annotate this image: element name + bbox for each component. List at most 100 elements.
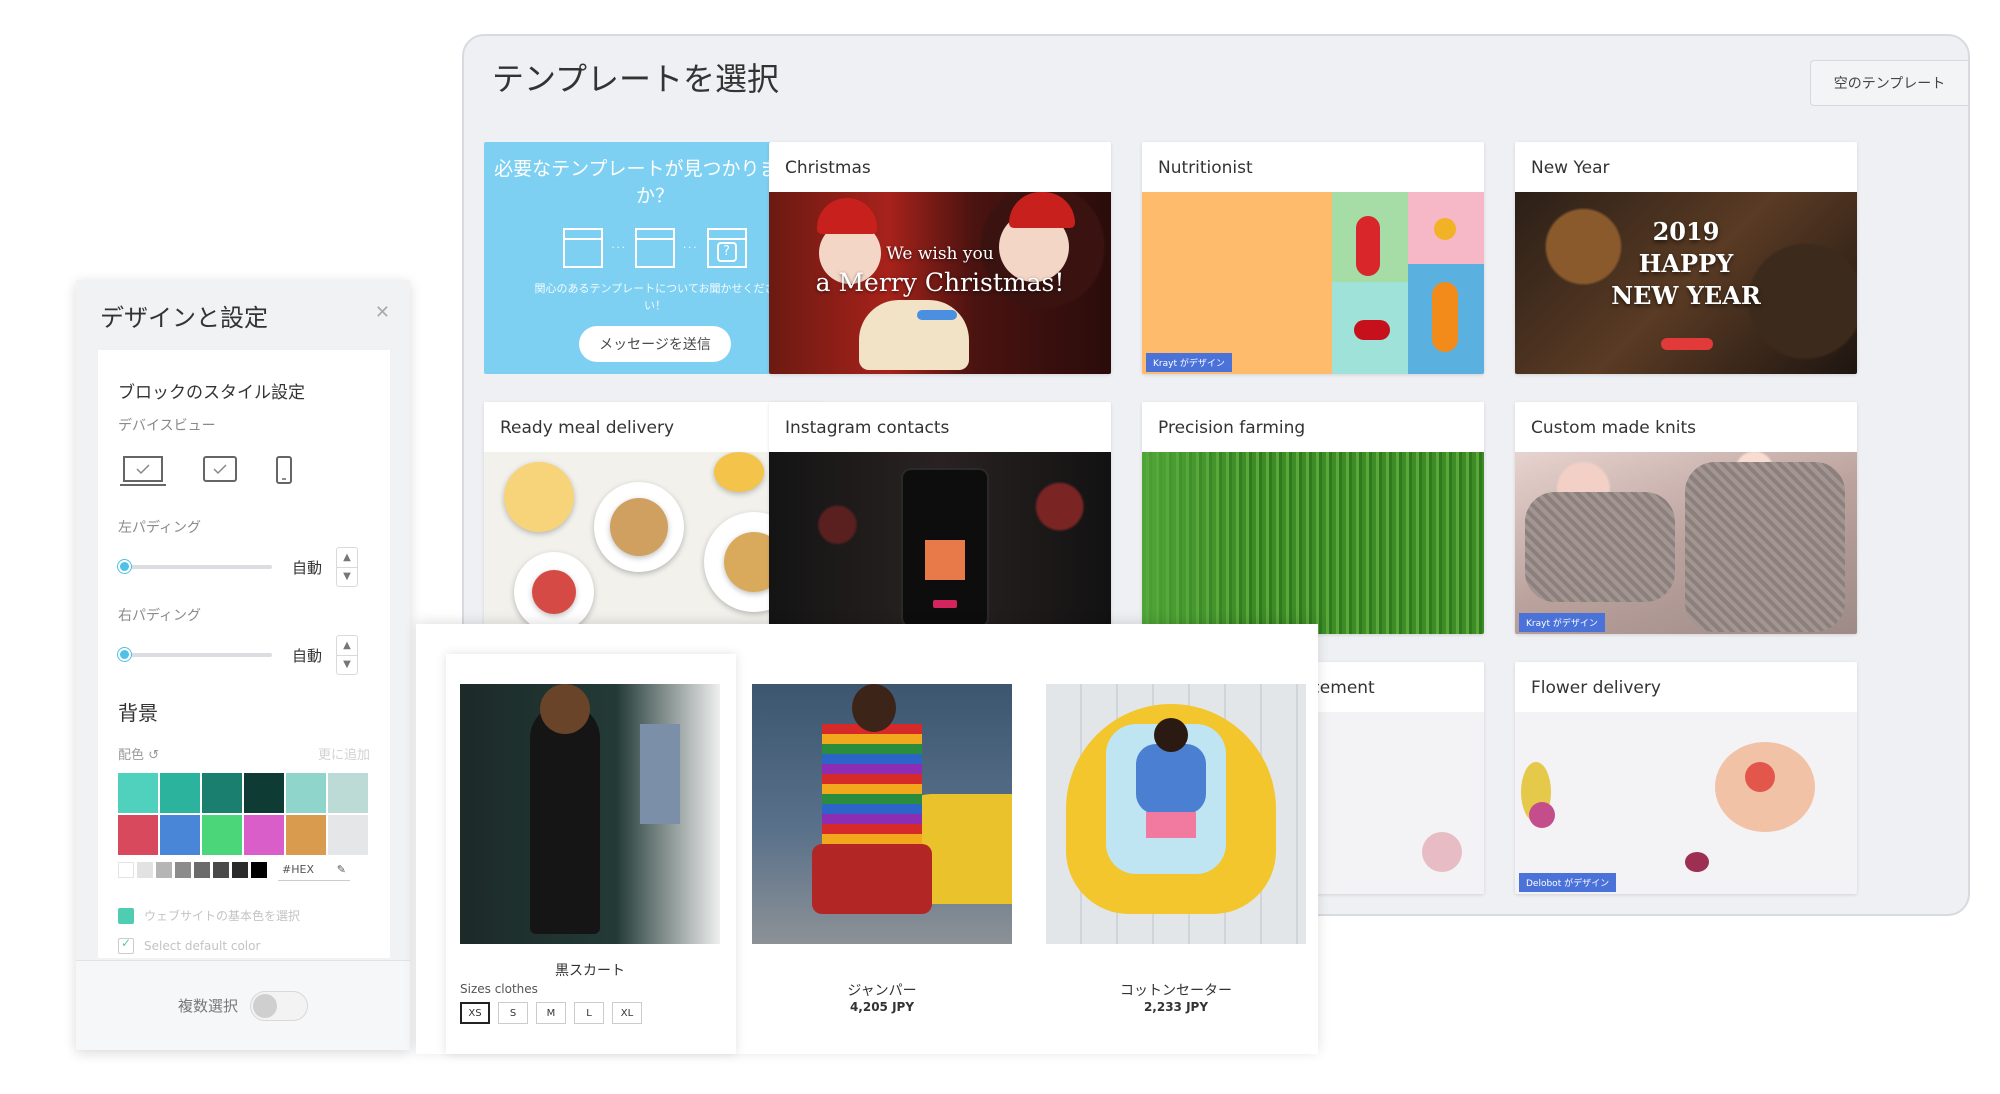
product-photo (752, 684, 1012, 944)
flower-delivery-thumbnail: Delobot がデザイン (1515, 712, 1857, 894)
multi-select-toggle[interactable] (250, 990, 308, 1021)
left-padding-slider[interactable] (118, 560, 272, 573)
size-xl[interactable]: XL (612, 1002, 642, 1024)
hanging-clothes (640, 724, 680, 824)
blank-template-button[interactable]: 空のテンプレート (1810, 60, 1968, 106)
orange-stack (1432, 282, 1458, 352)
chevron-down-icon[interactable]: ▼ (337, 568, 357, 587)
pencil-icon[interactable]: ✎ (337, 863, 346, 876)
website-color-option[interactable]: ウェブサイトの基本色を選択 (118, 907, 370, 924)
dots-icon: ··· (683, 242, 699, 254)
product-price: 2,233 JPY (1143, 1000, 1209, 1014)
template-card-custom-made-knits[interactable]: Custom made knits Krayt がデザイン (1515, 402, 1857, 634)
gray-swatch[interactable] (156, 862, 172, 878)
chevron-up-icon[interactable]: ▲ (337, 636, 358, 656)
farming-thumbnail (1142, 452, 1484, 634)
color-swatch[interactable] (118, 773, 158, 813)
template-card-flower-delivery[interactable]: Flower delivery Delobot がデザイン (1515, 662, 1857, 894)
slider-handle[interactable] (118, 648, 131, 661)
phone-button (933, 600, 957, 608)
color-swatch[interactable] (328, 773, 368, 813)
gray-swatch[interactable] (213, 862, 229, 878)
slider-handle[interactable] (118, 560, 131, 573)
color-scheme-text: 配色 (118, 748, 145, 763)
template-card-title: Precision farming (1158, 418, 1306, 438)
desktop-icon[interactable] (120, 455, 166, 487)
template-card-title: New Year (1531, 158, 1610, 178)
checkbox-checked[interactable] (118, 907, 134, 924)
template-card-new-year[interactable]: New Year 2019 HAPPY NEW YEAR (1515, 142, 1857, 374)
blue-sweater (1136, 744, 1206, 814)
profile-photo (925, 540, 965, 580)
gray-swatch[interactable] (118, 862, 134, 878)
dots-icon: ··· (611, 242, 627, 254)
chevron-up-icon[interactable]: ▲ (337, 548, 358, 568)
close-icon[interactable]: ✕ (375, 302, 390, 323)
color-swatch[interactable] (244, 815, 284, 855)
color-swatch[interactable] (160, 815, 200, 855)
size-xs[interactable]: XS (460, 1002, 490, 1024)
product-card-black-skirt[interactable]: 黒スカート Sizes clothes XS S M L XL (446, 654, 736, 1054)
color-swatch[interactable] (244, 773, 284, 813)
designer-badge: Delobot がデザイン (1519, 873, 1617, 892)
gray-swatch[interactable] (175, 862, 191, 878)
color-swatch[interactable] (202, 815, 242, 855)
color-swatch[interactable] (160, 773, 200, 813)
reset-icon[interactable]: ↺ (148, 748, 159, 763)
website-color-label: ウェブサイトの基本色を選択 (144, 909, 301, 923)
template-card-christmas[interactable]: Christmas We wish you a Merry Christmas! (769, 142, 1111, 374)
panel-header: デザインと設定 ✕ (76, 280, 410, 346)
gray-swatch[interactable] (232, 862, 248, 878)
hex-label: #HEX (282, 863, 314, 876)
product-card-jumper[interactable]: ジャンパー 4,205 JPY (752, 684, 1012, 1044)
new-year-text: NEW YEAR (1611, 281, 1761, 310)
block-style-section: ブロックのスタイル設定 デバイスビュー 左パディング 自動 ▲ ▼ 右パディング… (98, 350, 390, 958)
color-swatch[interactable] (328, 815, 368, 855)
new-year-thumbnail: 2019 HAPPY NEW YEAR (1515, 192, 1857, 374)
field-edge (1142, 452, 1252, 634)
product-photo (1046, 684, 1306, 944)
product-catalog-panel: 黒スカート Sizes clothes XS S M L XL ジャンパー 4,… (416, 624, 1318, 1054)
christmas-headline-large: a Merry Christmas! (815, 268, 1065, 297)
product-card-cotton-sweater[interactable]: コットンセーター 2,233 JPY (1046, 684, 1306, 1044)
product-name: ジャンパー (847, 983, 917, 999)
right-padding-value: 自動 (292, 646, 323, 665)
device-view-label: デバイスビュー (118, 418, 216, 434)
size-l[interactable]: L (574, 1002, 604, 1024)
checkbox-unchecked[interactable]: ✓ (118, 936, 134, 954)
gray-swatch[interactable] (194, 862, 210, 878)
mobile-icon[interactable] (274, 455, 294, 485)
template-card-title: Nutritionist (1158, 158, 1253, 178)
hex-input[interactable]: #HEX ✎ (278, 859, 350, 881)
add-more-link[interactable]: 更に追加 (318, 744, 370, 763)
color-swatch[interactable] (286, 815, 326, 855)
model-head (540, 684, 590, 734)
color-swatch[interactable] (118, 815, 158, 855)
sizes-label: Sizes clothes (460, 982, 538, 996)
color-swatch[interactable] (286, 773, 326, 813)
color-swatch[interactable] (202, 773, 242, 813)
size-s[interactable]: S (498, 1002, 528, 1024)
right-padding-stepper[interactable]: ▲ ▼ (336, 635, 359, 675)
size-selector: XS S M L XL (460, 1002, 642, 1024)
cherries (1354, 320, 1390, 340)
background-title: 背景 (118, 701, 158, 725)
template-card-nutritionist[interactable]: Nutritionist Krayt がデザイン (1142, 142, 1484, 374)
new-year-cta-button (1661, 338, 1713, 350)
knits-thumbnail: Krayt がデザイン (1515, 452, 1857, 634)
left-padding-stepper[interactable]: ▲ ▼ (336, 547, 359, 587)
size-m[interactable]: M (536, 1002, 566, 1024)
rainbow-jumper (822, 724, 922, 844)
default-color-option[interactable]: ✓ Select default color (118, 936, 370, 954)
template-card-instagram-contacts[interactable]: Instagram contacts (769, 402, 1111, 634)
template-card-precision-farming[interactable]: Precision farming (1142, 402, 1484, 634)
tablet-icon[interactable] (202, 455, 238, 483)
right-padding-slider[interactable] (118, 648, 272, 661)
gray-swatch[interactable] (251, 862, 267, 878)
gray-swatch-row: #HEX ✎ (118, 859, 370, 881)
chevron-down-icon[interactable]: ▼ (337, 656, 357, 675)
designer-badge: Krayt がデザイン (1146, 353, 1232, 372)
send-message-button[interactable]: メッセージを送信 (579, 326, 731, 362)
gray-swatch[interactable] (137, 862, 153, 878)
product-price: 4,205 JPY (849, 1000, 915, 1014)
